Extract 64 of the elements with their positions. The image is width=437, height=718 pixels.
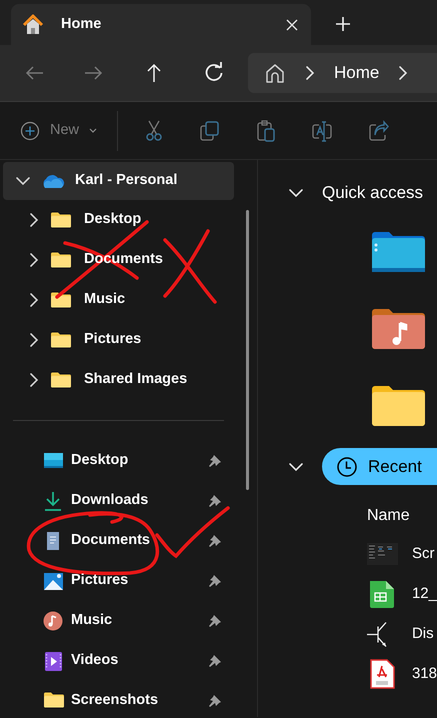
folder-name: Pictures (84, 330, 142, 350)
scrollbar-thumb[interactable] (246, 210, 249, 490)
account-name: Karl - Personal (75, 171, 178, 190)
folder-icon (50, 331, 72, 349)
caret-icon (89, 128, 98, 134)
refresh-icon (203, 62, 225, 84)
file-name: Scr (412, 544, 434, 564)
file-name: 318 (412, 664, 437, 684)
file-row[interactable]: Dis (258, 614, 437, 654)
quick-access-item[interactable]: Downloads (0, 481, 247, 521)
recent-tab[interactable]: Recent (322, 448, 437, 485)
close-icon[interactable] (285, 18, 299, 32)
file-name: 12_ (412, 584, 437, 604)
folder-icon (50, 211, 72, 229)
film-icon (43, 650, 65, 672)
quick-access-item[interactable]: Desktop (0, 441, 247, 481)
folder-icon (50, 371, 72, 389)
picture-icon (43, 570, 65, 592)
folder-name: Downloads (71, 491, 150, 510)
folder-icon[interactable] (372, 230, 425, 272)
transistor-symbol-icon (366, 622, 387, 646)
breadcrumb[interactable]: Home (334, 60, 380, 86)
rename-icon (311, 120, 334, 142)
folder-icon (50, 251, 72, 269)
section-title: Quick access (322, 182, 424, 204)
tab-title: Home (61, 14, 102, 34)
folder-name: Screenshots (71, 691, 160, 710)
house-icon (21, 12, 45, 36)
tree-item[interactable]: Pictures (0, 320, 237, 360)
column-header[interactable]: Name (258, 498, 437, 534)
clipboard-icon (255, 120, 278, 142)
quick-access-item[interactable]: Pictures (0, 561, 247, 601)
folder-name: Pictures (71, 571, 130, 590)
folder-name: Desktop (84, 210, 142, 230)
folder-name: Desktop (71, 451, 130, 470)
folder-icon[interactable] (372, 384, 425, 426)
file-row[interactable]: 318 (258, 654, 437, 694)
quick-access-item[interactable]: Videos (0, 641, 247, 681)
tree-item[interactable]: Desktop (0, 200, 237, 240)
file-row[interactable]: Scr (258, 534, 437, 574)
cloud-icon (41, 173, 65, 189)
home-icon[interactable] (264, 62, 286, 84)
tab[interactable]: Home (11, 4, 311, 45)
file-row[interactable]: 12_ (258, 574, 437, 614)
plus-circle-icon (20, 120, 40, 140)
folder-name: Music (71, 611, 114, 630)
folder-name: Videos (71, 651, 120, 670)
folder-name: Music (84, 290, 126, 310)
tree-item[interactable]: Music (0, 280, 237, 320)
file-name: Dis (412, 624, 434, 644)
music-folder-icon[interactable] (372, 308, 425, 350)
tree-item[interactable]: Shared Images (0, 360, 237, 400)
music-note-icon (43, 610, 65, 632)
folder-name: Documents (71, 531, 151, 550)
clock-icon (336, 456, 358, 478)
quick-access-item[interactable]: Documents (0, 521, 247, 561)
address-bar[interactable]: Home (248, 53, 437, 93)
copy-icon (199, 120, 222, 142)
folder-name: Shared Images (84, 370, 188, 390)
account-item[interactable]: Karl - Personal (3, 162, 234, 200)
plus-icon[interactable] (335, 16, 351, 32)
quick-access-item[interactable]: Screenshots (0, 681, 247, 718)
quick-access-item[interactable]: Music (0, 601, 247, 641)
share-icon (367, 120, 390, 142)
